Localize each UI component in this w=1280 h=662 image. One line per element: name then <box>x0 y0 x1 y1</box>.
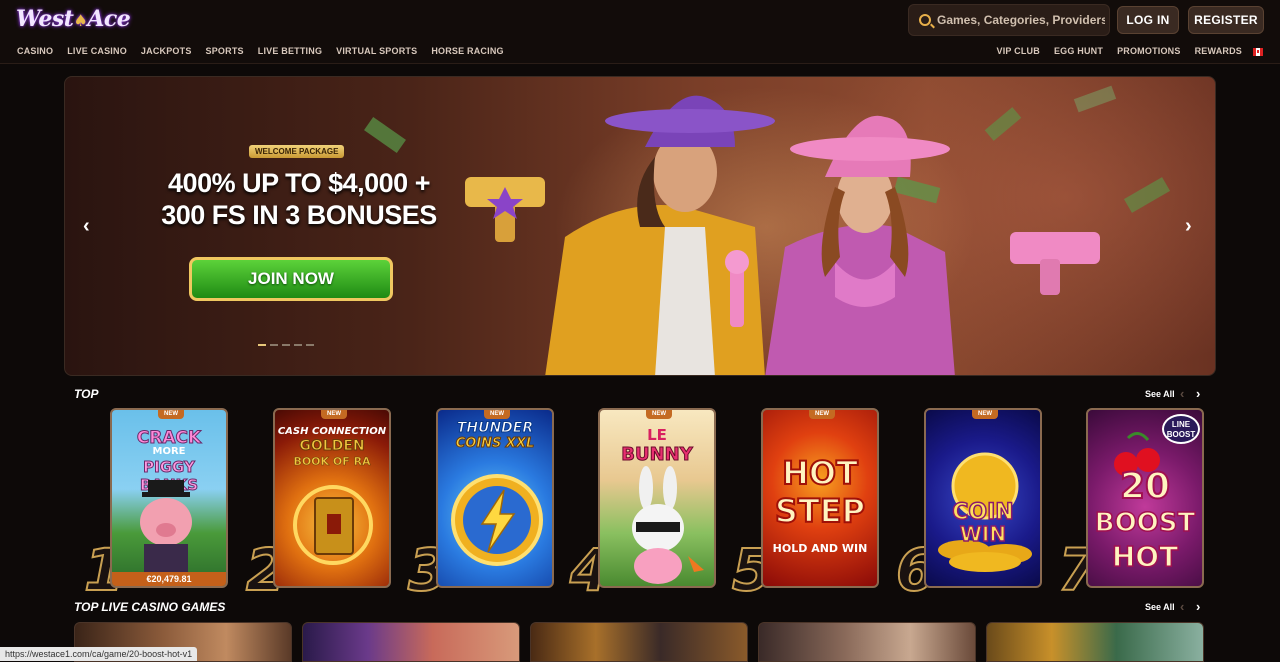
live-next-chevron-icon[interactable]: › <box>1196 599 1200 614</box>
live-prev-chevron-icon[interactable]: ‹ <box>1180 599 1184 614</box>
join-now-button[interactable]: JOIN NOW <box>189 257 393 301</box>
game-card-le-bunny[interactable]: NEW LE BUNNY <box>598 408 716 588</box>
game-title-line: CASH CONNECTION <box>277 426 387 437</box>
nav-egg-hunt[interactable]: EGG HUNT <box>1054 46 1103 56</box>
game-title-line: BOOST <box>1094 507 1196 539</box>
game-title-line: HOT <box>781 453 859 493</box>
lightning-coin-icon <box>451 474 543 566</box>
game-title-line: HOT <box>1111 539 1179 574</box>
top-section-title: TOP <box>74 387 99 401</box>
game-title-line: 20 <box>1119 465 1171 508</box>
game-card-thunder-coins-xxl[interactable]: NEW THUNDER COINS XXL <box>436 408 554 588</box>
nav-virtual-sports[interactable]: VIRTUAL SPORTS <box>336 46 417 56</box>
game-card-20-boost-hot[interactable]: LINE BOOST 20 BOOST HOT <box>1086 408 1204 588</box>
nav-rewards[interactable]: REWARDS <box>1195 46 1242 56</box>
game-title-line: MORE <box>152 446 186 457</box>
game-title-line: THUNDER <box>456 420 534 437</box>
game-title-line: BOOK OF RA <box>293 455 371 469</box>
hero-headline: 400% UP TO $4,000 + 300 FS IN 3 BONUSES <box>149 167 449 231</box>
game-title-line: HOLD AND WIN <box>772 542 868 555</box>
bunny-character-icon <box>632 466 704 584</box>
headline-line-2: 300 FS IN 3 BONUSES <box>161 200 437 230</box>
game-title-line: WIN <box>959 521 1007 547</box>
game-title-line: GOLDEN <box>299 438 365 455</box>
register-button[interactable]: REGISTER <box>1188 6 1264 34</box>
golden-book-icon <box>293 485 373 565</box>
game-title-line: BUNNY <box>621 444 694 466</box>
carousel-dots <box>258 344 314 346</box>
nav-casino[interactable]: CASINO <box>17 46 53 56</box>
hero-next-arrow[interactable]: › <box>1185 215 1192 238</box>
carousel-dot[interactable] <box>258 344 266 346</box>
game-title-line: COINS XXL <box>455 436 535 452</box>
carousel-dot[interactable] <box>306 344 314 346</box>
nav-promotions[interactable]: PROMOTIONS <box>1117 46 1181 56</box>
login-button[interactable]: LOG IN <box>1117 6 1179 34</box>
nav-vip-club[interactable]: VIP CLUB <box>997 46 1040 56</box>
carousel-dot[interactable] <box>294 344 302 346</box>
search-input[interactable] <box>935 5 1105 35</box>
new-tag: NEW <box>972 410 998 419</box>
game-title-line: LE <box>647 426 667 444</box>
nav-bar: CASINO LIVE CASINO JACKPOTS SPORTS LIVE … <box>0 42 1280 64</box>
jackpot-amount: €20,479.81 <box>112 572 226 586</box>
hero-banner[interactable]: ‹ › WELCOME PACKAGE 400% UP TO $4,000 + … <box>64 76 1216 376</box>
carousel-dot[interactable] <box>282 344 290 346</box>
game-card-crack-more-piggy-banks[interactable]: NEW CRACK MORE PIGGY BANKS €20,479.81 <box>110 408 228 588</box>
game-card-coin-win[interactable]: NEW COIN WIN <box>924 408 1042 588</box>
piggy-character-icon <box>140 480 192 574</box>
status-url-bar: https://westace1.com/ca/game/20-boost-ho… <box>0 647 198 661</box>
nav-horse-racing[interactable]: HORSE RACING <box>431 46 503 56</box>
top-prev-chevron-icon[interactable]: ‹ <box>1180 386 1184 401</box>
search-box[interactable] <box>908 4 1110 36</box>
nav-jackpots[interactable]: JACKPOTS <box>141 46 192 56</box>
game-title-line: CRACK <box>136 428 202 449</box>
new-tag: NEW <box>158 410 184 419</box>
game-card-hot-step[interactable]: NEW HOT STEP HOLD AND WIN <box>761 408 879 588</box>
nav-sports[interactable]: SPORTS <box>206 46 244 56</box>
live-see-all-link[interactable]: See All <box>1145 602 1175 612</box>
live-game-card[interactable] <box>758 622 976 662</box>
new-tag: NEW <box>646 410 672 419</box>
headline-line-1: 400% UP TO $4,000 + <box>168 168 430 198</box>
top-see-all-link[interactable]: See All <box>1145 389 1175 399</box>
new-tag: NEW <box>321 410 347 419</box>
live-game-card[interactable] <box>986 622 1204 662</box>
gold-coin-icon <box>938 452 1032 572</box>
nav-live-betting[interactable]: LIVE BETTING <box>258 46 322 56</box>
game-title-line: STEP <box>774 491 866 531</box>
live-game-card[interactable] <box>302 622 520 662</box>
new-tag: NEW <box>809 410 835 419</box>
hero-prev-arrow[interactable]: ‹ <box>83 215 90 238</box>
new-tag: NEW <box>484 410 510 419</box>
top-next-chevron-icon[interactable]: › <box>1196 386 1200 401</box>
nav-live-casino[interactable]: LIVE CASINO <box>67 46 127 56</box>
live-game-card[interactable] <box>530 622 748 662</box>
spade-icon: ♠ <box>73 11 88 30</box>
top-games-row: 1 NEW CRACK MORE PIGGY BANKS €20,479.81 … <box>0 408 1280 605</box>
carousel-dot[interactable] <box>270 344 278 346</box>
search-icon <box>919 14 931 26</box>
canada-flag-icon[interactable] <box>1253 48 1263 56</box>
nav-left: CASINO LIVE CASINO JACKPOTS SPORTS LIVE … <box>17 46 504 56</box>
logo[interactable]: West♠Ace <box>16 6 131 32</box>
top-bar: West♠Ace LOG IN REGISTER <box>0 0 1280 42</box>
game-card-cash-connection-golden-book-of-ra[interactable]: NEW CASH CONNECTION GOLDEN BOOK OF RA <box>273 408 391 588</box>
nav-right: VIP CLUB EGG HUNT PROMOTIONS REWARDS <box>997 46 1242 56</box>
welcome-package-badge: WELCOME PACKAGE <box>249 145 345 158</box>
live-section-title: TOP LIVE CASINO GAMES <box>74 600 226 614</box>
